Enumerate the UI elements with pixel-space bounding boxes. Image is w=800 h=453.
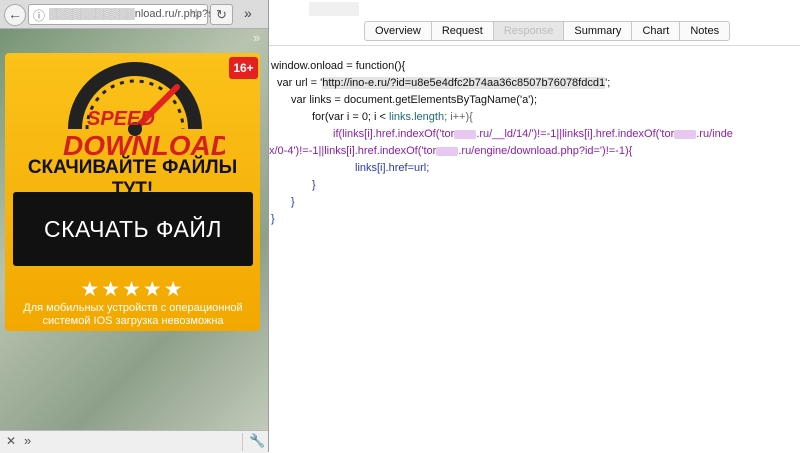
double-chevron-icon[interactable]: » (24, 433, 31, 448)
tab-chart[interactable]: Chart (632, 22, 681, 40)
download-file-button[interactable]: СКАЧАТЬ ФАЙЛ (13, 192, 253, 266)
close-icon[interactable]: ✕ (6, 434, 16, 448)
code-line: if(links[i].href.indexOf('tor .ru/__ld/14… (333, 128, 733, 140)
redacted-block (436, 146, 459, 156)
redacted-block (454, 129, 477, 139)
code-line: } (312, 179, 316, 191)
tab-overview[interactable]: Overview (365, 22, 432, 40)
reload-icon[interactable]: ↻ (210, 4, 233, 25)
url-bar[interactable]: ⓘ ▒▒▒▒▒▒▒▒▒▒▒nload.ru/r.php?s ☆ (28, 4, 214, 25)
divider (242, 433, 243, 451)
speed-download-logo: SPEED DOWNLOAD (63, 62, 225, 159)
tab-summary[interactable]: Summary (564, 22, 633, 40)
inspector-tabs: Overview Request Response Summary Chart … (364, 21, 731, 41)
star-icon[interactable]: ☆ (190, 6, 202, 22)
tab-request[interactable]: Request (432, 22, 494, 40)
ios-warning-note: Для мобильных устройств с операционной с… (23, 302, 243, 327)
code-line: } (291, 196, 295, 208)
code-line: links[i].href=url; (355, 162, 430, 174)
rating-stars: ★★★★★ (80, 278, 185, 301)
blurred-region (309, 2, 359, 16)
browser-pane: ← ⓘ ▒▒▒▒▒▒▒▒▒▒▒nload.ru/r.php?s ☆ ↻ » » … (0, 0, 269, 453)
browser-toolbar: ← ⓘ ▒▒▒▒▒▒▒▒▒▒▒nload.ru/r.php?s ☆ ↻ » (0, 0, 268, 29)
inspector-pane: Overview Request Response Summary Chart … (269, 0, 800, 452)
tab-response[interactable]: Response (493, 22, 565, 40)
code-line: window.onload = function(){ (271, 60, 406, 72)
code-line: var links = document.getElementsByTagNam… (291, 94, 538, 106)
tabs-divider (269, 45, 800, 46)
redacted-block (674, 129, 697, 139)
code-line: for(var i = 0; i < links.length; i++){ (312, 111, 473, 123)
logo-word-speed: SPEED (87, 108, 155, 130)
wrench-icon[interactable]: 🔧 (249, 433, 265, 449)
code-line: x/0-4')!=-1||links[i].href.indexOf('tor.… (269, 145, 633, 157)
payload-url: http://ino-e.ru/?id=u8e5e4dfc2b74aa36c85… (322, 77, 606, 89)
age-rating-badge: 16+ (229, 57, 258, 79)
url-text: ▒▒▒▒▒▒▒▒▒▒▒nload.ru/r.php?s (49, 8, 214, 20)
logo-word-download: DOWNLOAD (63, 130, 225, 159)
back-arrow-icon[interactable]: ← (4, 4, 26, 26)
overflow-chevron-icon[interactable]: » (244, 5, 252, 21)
page-overflow-chevron-icon[interactable]: » (253, 30, 260, 45)
info-icon[interactable]: ⓘ (33, 7, 45, 24)
browser-bottom-bar: ✕ » 🔧 (0, 430, 268, 453)
code-line: var url = 'http://ino-e.ru/?id=u8e5e4dfc… (277, 77, 611, 89)
tab-notes[interactable]: Notes (680, 22, 729, 40)
download-ad-banner[interactable]: SPEED DOWNLOAD СКАЧИВАЙТЕ ФАЙЛЫ ТУТ! СКА… (5, 53, 260, 331)
code-line: } (271, 213, 275, 225)
